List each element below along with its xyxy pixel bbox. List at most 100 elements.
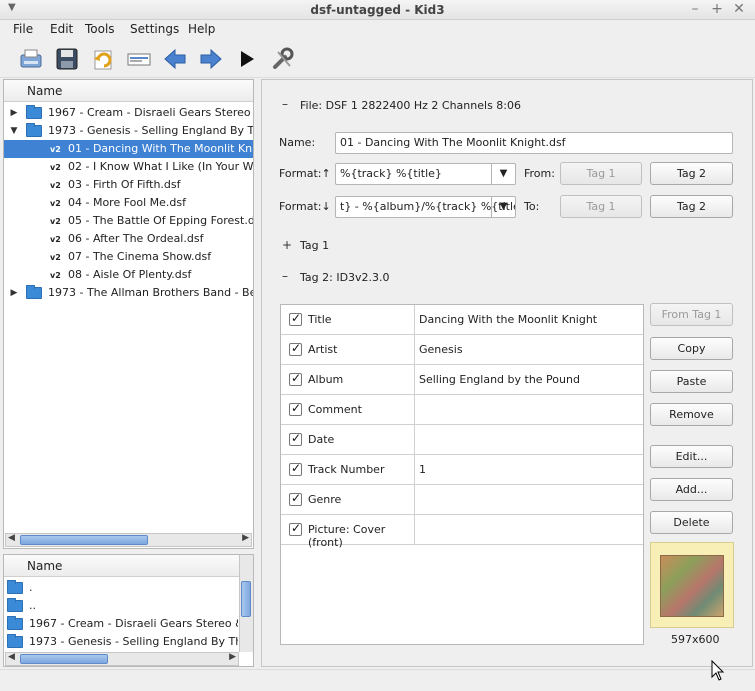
table-row[interactable]: Artist Genesis [281,335,643,365]
frame-enabled-checkbox[interactable] [289,311,302,326]
dir-list-hscrollbar[interactable]: ◀ ▶ [5,652,239,666]
copy-button[interactable]: Copy [650,337,733,360]
chevron-down-icon[interactable]: ▼ [491,164,515,184]
cover-art-image[interactable] [650,542,734,628]
tree-row[interactable]: v2 02 - I Know What I Like (In Your Ward… [4,158,253,176]
file-badge-icon: v2 [50,145,61,154]
dir-row[interactable]: .. [4,597,238,615]
tree-row[interactable]: ▶ 1967 - Cream - Disraeli Gears Stereo &… [4,104,253,122]
menu-settings[interactable]: Settings [130,22,179,36]
cover-size-label: 597x600 [671,633,720,646]
table-row[interactable]: Track Number 1 [281,455,643,485]
frame-enabled-checkbox[interactable] [289,401,302,416]
name-label: Name: [279,136,316,149]
file-badge-icon: v2 [50,235,61,244]
frame-enabled-checkbox[interactable] [289,521,302,536]
tree-row[interactable]: v2 06 - After The Ordeal.dsf [4,230,253,248]
revert-icon[interactable] [90,47,116,71]
close-icon[interactable]: ✕ [731,1,747,17]
collapse-arrow-icon[interactable]: ▼ [8,122,20,140]
expand-tag1-icon[interactable]: + [282,238,292,252]
add-frame-button[interactable]: Add... [650,478,733,501]
dir-row[interactable]: . [4,579,238,597]
mouse-cursor-icon [711,660,725,681]
table-row[interactable]: Picture: Cover (front) [281,515,643,549]
scrollbar-thumb[interactable] [20,654,108,664]
remove-button[interactable]: Remove [650,403,733,426]
filename-from-tag2-button[interactable]: Tag 2 [650,162,733,185]
table-row[interactable]: Album Selling England by the Pound [281,365,643,395]
file-tree-hscrollbar[interactable]: ◀ ▶ [5,533,252,547]
table-row[interactable]: Comment [281,395,643,425]
file-badge-icon: v2 [50,217,61,226]
tag2-section-label: Tag 2: ID3v2.3.0 [300,271,390,284]
tree-row[interactable]: ▼ 1973 - Genesis - Selling England By Th… [4,122,253,140]
tree-row[interactable]: v2 05 - The Battle Of Epping Forest.dsf [4,212,253,230]
scroll-right-icon[interactable]: ▶ [242,533,249,543]
dir-list-vscrollbar[interactable] [239,555,253,652]
tag1-from-filename-button[interactable]: Tag 1 [560,195,642,218]
tag-editor-pane: – File: DSF 1 2822400 Hz 2 Channels 8:06… [261,79,753,667]
filename-input[interactable]: 01 - Dancing With The Moonlit Knight.dsf [335,132,733,154]
table-row[interactable]: Date [281,425,643,455]
scrollbar-thumb[interactable] [241,581,251,617]
tree-row[interactable]: ▶ 1973 - The Allman Brothers Band - Begi… [4,284,253,302]
play-icon[interactable] [234,47,260,71]
table-row[interactable]: Title Dancing With the Moonlit Knight [281,305,643,335]
collapse-file-section-icon[interactable]: – [282,97,288,111]
delete-frame-button[interactable]: Delete [650,511,733,534]
dir-list-header[interactable]: Name [4,555,239,577]
frame-enabled-checkbox[interactable] [289,431,302,446]
collapse-tag2-icon[interactable]: – [282,269,288,283]
dir-list-panel: Name . .. 1967 - Cream - Disraeli Gears … [3,554,254,667]
frame-enabled-checkbox[interactable] [289,491,302,506]
expand-arrow-icon[interactable]: ▶ [8,284,20,302]
dir-row[interactable]: 1973 - Genesis - Selling England By The … [4,633,238,651]
tag1-section-label: Tag 1 [300,239,330,252]
tree-row-selected[interactable]: v2 01 - Dancing With The Moonlit Knight. [4,140,253,158]
format-to-combo[interactable]: t} - %{album}/%{track} %{title} ▼ [335,196,516,218]
format-from-combo[interactable]: %{track} %{title} ▼ [335,163,516,185]
format-down-label: Format:↓ [279,200,331,213]
save-icon[interactable] [54,47,80,71]
table-row[interactable]: Genre [281,485,643,515]
frame-enabled-checkbox[interactable] [289,371,302,386]
edit-frame-button[interactable]: Edit... [650,445,733,468]
frame-enabled-checkbox[interactable] [289,461,302,476]
expand-arrow-icon[interactable]: ▶ [8,104,20,122]
maximize-icon[interactable]: + [709,1,725,17]
open-icon[interactable] [18,47,44,71]
menu-tools[interactable]: Tools [85,22,115,36]
tree-row[interactable]: v2 08 - Aisle Of Plenty.dsf [4,266,253,284]
file-badge-icon: v2 [50,163,61,172]
menu-help[interactable]: Help [188,22,215,36]
scroll-left-icon[interactable]: ◀ [8,533,15,543]
previous-file-icon[interactable] [162,47,188,71]
from-tag1-button[interactable]: From Tag 1 [650,303,733,326]
file-badge-icon: v2 [50,271,61,280]
tree-row[interactable]: v2 04 - More Fool Me.dsf [4,194,253,212]
tag2-from-filename-button[interactable]: Tag 2 [650,195,733,218]
from-label: From: [524,167,555,180]
settings-tools-icon[interactable] [270,47,296,71]
menu-edit[interactable]: Edit [50,22,73,36]
rename-icon[interactable] [126,47,152,71]
minimize-icon[interactable]: – [687,1,703,17]
tree-row[interactable]: v2 07 - The Cinema Show.dsf [4,248,253,266]
dir-row[interactable]: 1967 - Cream - Disraeli Gears Stereo & M… [4,615,238,633]
next-file-icon[interactable] [198,47,224,71]
filename-from-tag1-button[interactable]: Tag 1 [560,162,642,185]
paste-button[interactable]: Paste [650,370,733,393]
status-bar [0,669,755,691]
file-tree-header[interactable]: Name [4,80,253,102]
chevron-down-icon[interactable]: ▼ [491,197,515,217]
format-up-label: Format:↑ [279,167,331,180]
menu-file[interactable]: File [13,22,33,36]
folder-icon [26,285,42,299]
menu-bar: File Edit Tools Settings Help [0,20,755,40]
scrollbar-thumb[interactable] [20,535,148,545]
tree-row[interactable]: v2 03 - Firth Of Fifth.dsf [4,176,253,194]
scroll-left-icon[interactable]: ◀ [8,652,15,662]
scroll-right-icon[interactable]: ▶ [229,652,236,662]
frame-enabled-checkbox[interactable] [289,341,302,356]
